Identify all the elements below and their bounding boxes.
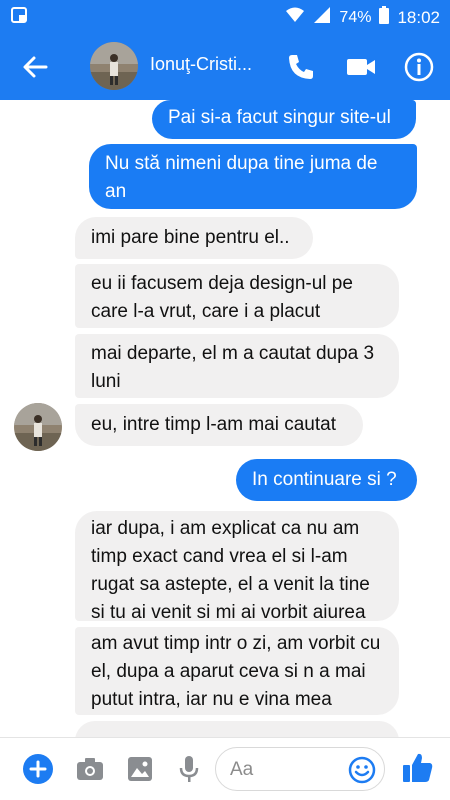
microphone-icon[interactable] xyxy=(173,753,205,785)
contact-name[interactable]: Ionuţ-Cristi... xyxy=(150,54,260,75)
message-bubble-incoming[interactable]: mai departe, el m a cautat dupa 3 luni xyxy=(75,334,399,398)
thumbs-up-icon[interactable] xyxy=(400,750,436,786)
message-list[interactable]: Pai si-a facut singur site-ul Nu stă nim… xyxy=(0,100,450,737)
message-bubble-incoming[interactable]: imi pare bine pentru el.. xyxy=(75,217,313,259)
message-input-box[interactable] xyxy=(215,747,385,791)
message-bubble-incoming-partial[interactable] xyxy=(75,721,399,737)
message-bubble-incoming[interactable]: iar dupa, i am explicat ca nu am timp ex… xyxy=(75,511,399,623)
message-bubble-incoming[interactable]: eu, intre timp l-am mai cautat xyxy=(75,404,363,446)
message-bubble-outgoing[interactable]: Nu stă nimeni dupa tine juma de an xyxy=(89,144,417,209)
wifi-icon xyxy=(285,6,305,29)
conversation-header: Ionuţ-Cristi... xyxy=(0,32,450,100)
status-icons: 74% 18:02 xyxy=(285,6,440,29)
image-icon[interactable] xyxy=(124,753,156,785)
plus-icon[interactable] xyxy=(22,753,54,785)
camera-icon[interactable] xyxy=(74,753,106,785)
battery-percent: 74% xyxy=(339,8,372,26)
video-camera-icon[interactable] xyxy=(344,50,378,84)
contact-avatar-small[interactable] xyxy=(14,403,62,451)
status-bar: 74% 18:02 xyxy=(0,0,450,32)
contact-avatar[interactable] xyxy=(90,42,138,90)
info-icon[interactable] xyxy=(402,50,436,84)
message-bubble-outgoing[interactable]: In continuare si ? xyxy=(236,459,417,501)
message-bubble-incoming[interactable]: am avut timp intr o zi, am vorbit cu el,… xyxy=(75,627,399,715)
message-input[interactable] xyxy=(230,756,340,784)
message-bubble-outgoing[interactable]: Pai si-a facut singur site-ul xyxy=(152,100,416,139)
message-bubble-incoming[interactable]: eu ii facusem deja design-ul pe care l-a… xyxy=(75,264,399,328)
emoji-icon[interactable] xyxy=(348,756,376,784)
notification-icon xyxy=(10,6,30,31)
back-arrow-icon[interactable] xyxy=(18,50,52,84)
message-composer xyxy=(0,737,450,800)
battery-icon xyxy=(379,6,390,29)
phone-icon[interactable] xyxy=(284,50,318,84)
clock: 18:02 xyxy=(397,7,440,27)
signal-icon xyxy=(313,6,331,29)
